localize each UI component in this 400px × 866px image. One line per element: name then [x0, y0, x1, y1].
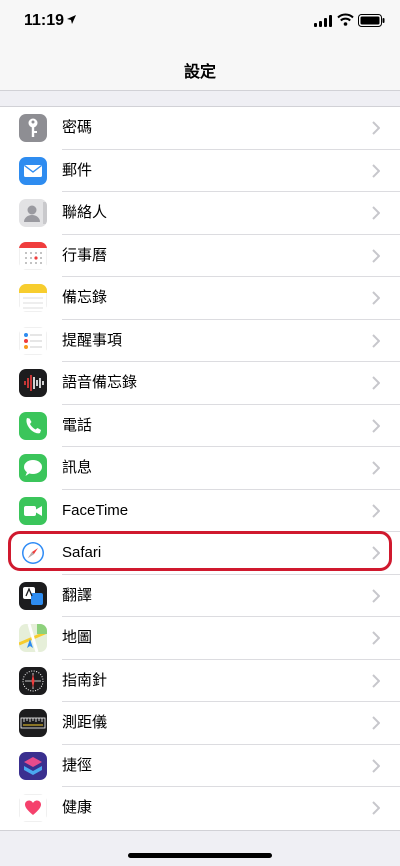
voice-memos-icon	[19, 369, 47, 397]
settings-row-label: 行事曆	[62, 246, 108, 264]
health-icon	[19, 794, 47, 822]
settings-row-label: 聯絡人	[62, 204, 108, 221]
settings-row-label: 備忘錄	[62, 289, 108, 306]
settings-row-safari[interactable]: Safari	[0, 532, 400, 575]
chevron-right-icon	[372, 163, 380, 178]
settings-list: 密碼 郵件 聯絡人 行事曆 備忘錄 提醒事項 語音備忘錄 電話 訊息 FaceT…	[0, 106, 400, 831]
reminders-icon	[19, 326, 47, 355]
settings-row-voice-memos[interactable]: 語音備忘錄	[0, 362, 400, 405]
status-bar: 11:19	[0, 0, 400, 44]
settings-row-notes[interactable]: 備忘錄	[0, 277, 400, 320]
settings-row-mail[interactable]: 郵件	[0, 150, 400, 192]
chevron-right-icon	[372, 716, 380, 730]
settings-row-label: FaceTime	[62, 501, 129, 519]
chevron-right-icon	[372, 291, 380, 305]
settings-row-shortcuts[interactable]: 捷徑	[0, 745, 400, 787]
settings-row-label: 電話	[62, 416, 93, 434]
settings-row-label: 測距儀	[62, 714, 108, 731]
chevron-right-icon	[372, 248, 380, 263]
phone-icon	[19, 411, 47, 440]
safari-icon	[19, 539, 47, 567]
settings-row-label: 語音備忘錄	[62, 374, 138, 391]
settings-row-label: 捷徑	[62, 756, 93, 774]
messages-icon	[19, 454, 47, 482]
settings-row-label: 郵件	[62, 161, 93, 179]
compass-icon	[19, 666, 47, 695]
facetime-icon	[19, 496, 47, 525]
chevron-right-icon	[372, 376, 380, 390]
page-title: 設定	[183, 62, 216, 81]
contacts-icon	[19, 199, 47, 227]
chevron-right-icon	[372, 333, 380, 348]
settings-row-label: 訊息	[62, 459, 93, 476]
chevron-right-icon	[372, 588, 380, 603]
notes-icon	[19, 284, 47, 312]
settings-row-reminders[interactable]: 提醒事項	[0, 320, 400, 362]
battery-icon	[358, 14, 385, 27]
settings-row-phone[interactable]: 電話	[0, 405, 400, 447]
cellular-signal-icon	[314, 15, 332, 27]
settings-row-label: 翻譯	[62, 586, 93, 604]
calendar-icon	[19, 241, 47, 270]
maps-icon	[19, 624, 47, 652]
chevron-right-icon	[372, 758, 380, 773]
settings-row-messages[interactable]: 訊息	[0, 447, 400, 490]
settings-row-label: 密碼	[62, 119, 93, 136]
settings-row-label: 健康	[62, 799, 93, 816]
settings-row-calendar[interactable]: 行事曆	[0, 235, 400, 277]
chevron-right-icon	[372, 631, 380, 645]
settings-row-label: Safari	[62, 544, 102, 561]
settings-row-label: 提醒事項	[62, 331, 123, 349]
mail-icon	[19, 156, 47, 185]
chevron-right-icon	[372, 503, 380, 518]
translate-icon	[19, 581, 47, 610]
settings-row-facetime[interactable]: FaceTime	[0, 490, 400, 532]
shortcuts-icon	[19, 751, 47, 780]
key-icon	[19, 114, 47, 142]
chevron-right-icon	[372, 206, 380, 220]
settings-row-passwords[interactable]: 密碼	[0, 107, 400, 150]
nav-bar: 設定	[0, 44, 400, 91]
settings-row-label: 指南針	[62, 671, 108, 689]
chevron-right-icon	[372, 546, 380, 560]
settings-row-health[interactable]: 健康	[0, 787, 400, 830]
wifi-icon	[337, 13, 354, 26]
measure-icon	[19, 709, 47, 737]
settings-row-compass[interactable]: 指南針	[0, 660, 400, 702]
home-indicator[interactable]	[128, 853, 272, 858]
chevron-right-icon	[372, 673, 380, 688]
chevron-right-icon	[372, 121, 380, 135]
settings-row-label: 地圖	[62, 629, 93, 646]
chevron-right-icon	[372, 461, 380, 475]
chevron-right-icon	[372, 418, 380, 433]
settings-row-measure[interactable]: 測距儀	[0, 702, 400, 745]
location-arrow-icon	[67, 15, 76, 24]
settings-row-maps[interactable]: 地圖	[0, 617, 400, 660]
chevron-right-icon	[372, 801, 380, 815]
status-time: 11:19	[24, 12, 65, 29]
settings-row-contacts[interactable]: 聯絡人	[0, 192, 400, 235]
settings-row-translate[interactable]: 翻譯	[0, 575, 400, 617]
